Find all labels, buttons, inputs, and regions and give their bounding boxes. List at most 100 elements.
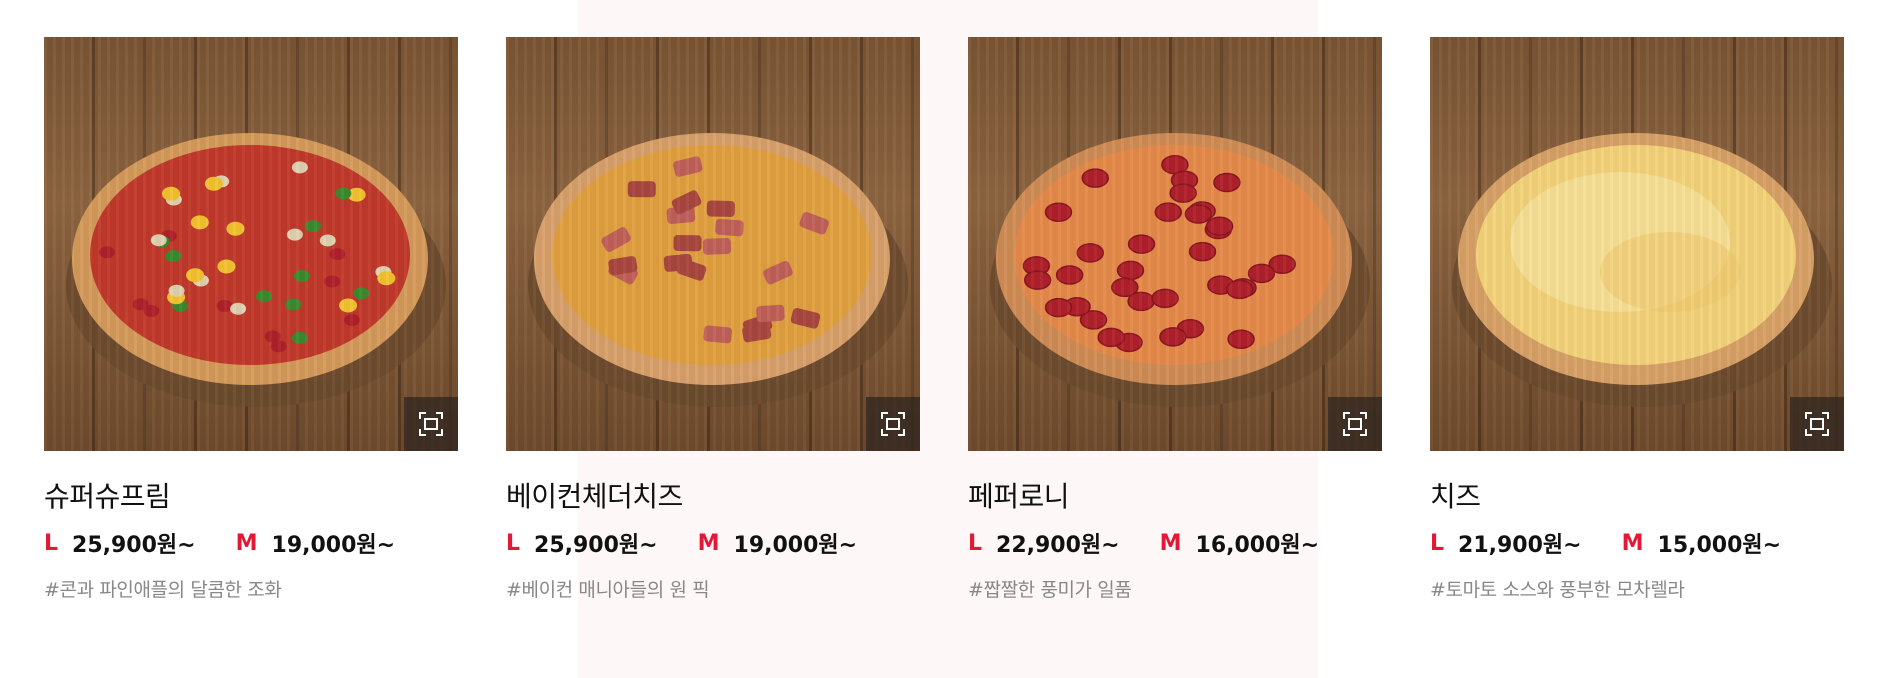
pizza-topping: [1116, 260, 1145, 281]
product-title[interactable]: 치즈: [1430, 479, 1844, 515]
pizza-topping: [377, 271, 396, 286]
product-card-cheese[interactable]: 치즈 L 21,900원~ M 15,000원~ #토마토 소스와 풍부한 모차…: [1430, 37, 1844, 602]
pizza-topping: [673, 235, 702, 252]
size-label-large: L: [1430, 530, 1445, 556]
size-label-medium: M: [1159, 530, 1182, 556]
expand-icon: [881, 412, 905, 436]
pizza-topping: [344, 314, 361, 327]
product-title[interactable]: 슈퍼슈프림: [44, 479, 458, 515]
pizza-topping: [1159, 327, 1187, 347]
pizza-topping: [756, 304, 785, 323]
pizza-topping: [1097, 327, 1125, 348]
price-medium: 15,000원~: [1657, 533, 1782, 558]
product-hashtag: #토마토 소스와 풍부한 모차렐라: [1430, 579, 1685, 601]
expand-icon: [1805, 412, 1829, 436]
pizza-topping: [1044, 202, 1073, 223]
zoom-button[interactable]: [866, 397, 920, 451]
zoom-button[interactable]: [1328, 397, 1382, 451]
pizza-topping: [353, 287, 370, 300]
price-row: L 25,900원~ M 19,000원~: [44, 525, 458, 561]
pizza-topping: [168, 284, 185, 297]
pizza-topping: [339, 298, 358, 313]
bacon-cheddar-pizza-image: [528, 133, 908, 407]
price-large: 22,900원~: [996, 533, 1120, 558]
pizza-topping: [1225, 279, 1254, 300]
pizza-topping: [1023, 270, 1052, 290]
size-label-large: L: [506, 530, 521, 556]
pizza-topping: [627, 181, 656, 198]
pepperoni-pizza-image: [990, 133, 1370, 407]
price-row: L 25,900원~ M 19,000원~: [506, 525, 920, 561]
size-label-large: L: [968, 530, 983, 556]
pizza-topping: [1055, 265, 1084, 285]
pizza-topping: [270, 340, 287, 353]
pizza-topping: [230, 302, 247, 315]
pizza-topping: [226, 221, 245, 236]
zoom-button[interactable]: [404, 397, 458, 451]
price-large: 21,900원~: [1458, 533, 1582, 558]
pizza-topping: [1127, 234, 1156, 254]
super-supreme-pizza-image: [66, 133, 446, 407]
zoom-button[interactable]: [1790, 397, 1844, 451]
pizza-topping: [1081, 168, 1110, 188]
pizza-topping: [186, 268, 205, 283]
pizza-topping: [329, 248, 346, 261]
size-label-medium: M: [697, 530, 720, 556]
pizza-topping: [702, 238, 732, 255]
pizza-topping: [1127, 291, 1155, 312]
pizza-topping: [150, 234, 167, 247]
pizza-topping: [217, 259, 236, 274]
product-hashtag: #짭짤한 풍미가 일품: [968, 579, 1132, 601]
price-medium: 19,000원~: [733, 533, 858, 558]
expand-icon: [1343, 412, 1367, 436]
pizza-topping: [286, 228, 303, 241]
pizza-topping: [165, 249, 182, 262]
pizza-topping: [715, 218, 744, 237]
product-hashtag: #베이컨 매니아들의 원 픽: [506, 579, 710, 601]
price-medium: 16,000원~: [1195, 533, 1320, 558]
product-image-pepperoni[interactable]: [968, 37, 1382, 451]
pizza-topping: [1076, 243, 1105, 263]
size-label-medium: M: [1621, 530, 1644, 556]
pizza-topping: [285, 298, 302, 311]
pizza-topping: [204, 176, 223, 191]
product-hashtag: #콘과 파인애플의 달콤한 조화: [44, 579, 282, 601]
pizza-topping: [162, 186, 181, 201]
price-large: 25,900원~: [72, 533, 196, 558]
product-title[interactable]: 페퍼로니: [968, 479, 1382, 515]
pizza-topping: [216, 299, 233, 312]
pizza-topping: [1227, 329, 1255, 350]
pizza-topping: [324, 275, 341, 288]
pizza-topping: [319, 234, 336, 247]
product-card-bacon-cheddar[interactable]: 베이컨체더치즈 L 25,900원~ M 19,000원~ #베이컨 매니아들의…: [506, 37, 920, 602]
pizza-topping: [1213, 172, 1241, 193]
size-label-medium: M: [235, 530, 258, 556]
pizza-topping: [1154, 202, 1183, 222]
pizza-topping: [291, 331, 308, 344]
price-row: L 22,900원~ M 16,000원~: [968, 525, 1382, 561]
pizza-topping: [1044, 297, 1073, 318]
pizza-topping: [1188, 241, 1217, 262]
size-label-large: L: [44, 530, 59, 556]
price-row: L 21,900원~ M 15,000원~: [1430, 525, 1844, 561]
pizza-topping: [98, 246, 115, 259]
product-image-bacon-cheddar[interactable]: [506, 37, 920, 451]
pizza-topping: [132, 298, 149, 311]
pizza-topping: [256, 290, 273, 303]
product-image-cheese[interactable]: [1430, 37, 1844, 451]
product-image-super-supreme[interactable]: [44, 37, 458, 451]
pizza-topping: [706, 200, 735, 217]
price-large: 25,900원~: [534, 533, 658, 558]
pizza-topping: [293, 270, 310, 283]
pizza-topping: [304, 220, 321, 233]
pizza-topping: [1247, 263, 1276, 284]
product-title[interactable]: 베이컨체더치즈: [506, 479, 920, 515]
pizza-topping: [663, 253, 693, 272]
price-medium: 19,000원~: [271, 533, 396, 558]
expand-icon: [419, 412, 443, 436]
product-card-pepperoni[interactable]: 페퍼로니 L 22,900원~ M 16,000원~ #짭짤한 풍미가 일품: [968, 37, 1382, 602]
pizza-topping: [190, 215, 209, 230]
product-card-super-supreme[interactable]: 슈퍼슈프림 L 25,900원~ M 19,000원~ #콘과 파인애플의 달콤…: [44, 37, 458, 602]
pizza-topping: [335, 187, 352, 200]
cheese-pizza-image: [1452, 133, 1832, 407]
